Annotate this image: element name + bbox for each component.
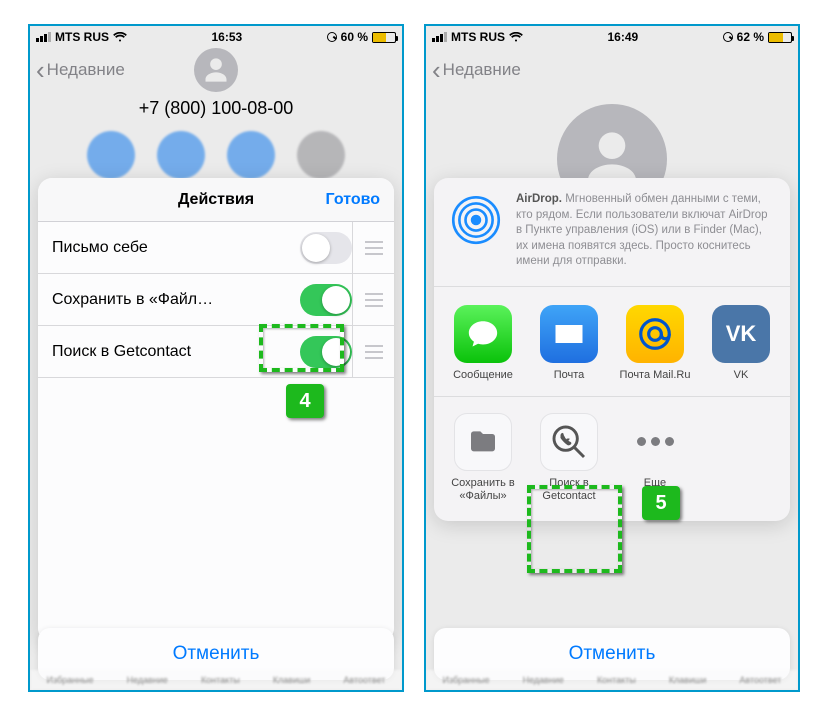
sheet-header: Действия Готово bbox=[38, 178, 394, 222]
app-label: Почта bbox=[554, 369, 585, 382]
share-app-vk[interactable]: VK VK bbox=[702, 305, 780, 382]
option-row-mail-self: Письмо себе bbox=[38, 222, 394, 274]
action-label: Поиск в Getcontact bbox=[530, 477, 608, 503]
share-sheet: AirDrop. Мгновенный обмен данными с теми… bbox=[434, 178, 790, 521]
app-label: Почта Mail.Ru bbox=[620, 369, 691, 382]
toggle-save-files[interactable] bbox=[300, 284, 352, 316]
share-app-mail[interactable]: Почта bbox=[530, 305, 608, 382]
cancel-label: Отменить bbox=[569, 643, 656, 665]
airdrop-icon bbox=[448, 192, 504, 248]
toggle-mail-self[interactable] bbox=[300, 232, 352, 264]
share-apps-row: Сообщение Почта Почта Mail.Ru VK VK bbox=[434, 287, 790, 397]
action-save-files[interactable]: Сохранить в «Файлы» bbox=[444, 413, 522, 503]
tabbar-blur: ИзбранныеНедавниеКонтактыКлавишиАвтоотве… bbox=[30, 670, 402, 690]
toggle-getcontact[interactable] bbox=[300, 336, 352, 368]
messages-icon bbox=[454, 305, 512, 363]
option-row-save-files: Сохранить в «Файл… bbox=[38, 274, 394, 326]
more-icon bbox=[626, 413, 684, 471]
airdrop-section: AirDrop. Мгновенный обмен данными с теми… bbox=[434, 178, 790, 287]
drag-handle-icon[interactable] bbox=[352, 274, 394, 326]
tabbar-blur: ИзбранныеНедавниеКонтактыКлавишиАвтоотве… bbox=[426, 670, 798, 690]
airdrop-text: AirDrop. Мгновенный обмен данными с теми… bbox=[516, 192, 776, 270]
done-button[interactable]: Готово bbox=[326, 191, 380, 209]
mailru-icon bbox=[626, 305, 684, 363]
action-label: Еще bbox=[644, 477, 666, 490]
option-label: Письмо себе bbox=[52, 239, 300, 257]
vk-icon: VK bbox=[712, 305, 770, 363]
option-row-getcontact: Поиск в Getcontact bbox=[38, 326, 394, 378]
phone-screenshot-left: MTS RUS 16:53 60 % ‹ Недавние +7 (800) 1… bbox=[28, 24, 404, 692]
phone-screenshot-right: MTS RUS 16:49 62 % ‹ Недавние bbox=[424, 24, 800, 692]
drag-handle-icon[interactable] bbox=[352, 326, 394, 378]
actions-sheet: Действия Готово Письмо себе Сохранить в … bbox=[38, 178, 394, 642]
option-label: Сохранить в «Файл… bbox=[52, 291, 300, 309]
folder-icon bbox=[454, 413, 512, 471]
cancel-label: Отменить bbox=[173, 643, 260, 665]
share-app-mailru[interactable]: Почта Mail.Ru bbox=[616, 305, 694, 382]
action-more[interactable]: Еще bbox=[616, 413, 694, 503]
action-label: Сохранить в «Файлы» bbox=[444, 477, 522, 503]
mail-icon bbox=[540, 305, 598, 363]
share-app-messages[interactable]: Сообщение bbox=[444, 305, 522, 382]
app-label: VK bbox=[734, 369, 749, 382]
app-label: Сообщение bbox=[453, 369, 513, 382]
action-getcontact[interactable]: Поиск в Getcontact bbox=[530, 413, 608, 503]
drag-handle-icon[interactable] bbox=[352, 222, 394, 274]
option-label: Поиск в Getcontact bbox=[52, 343, 300, 361]
sheet-title: Действия bbox=[178, 191, 254, 209]
share-actions-row: Сохранить в «Файлы» Поиск в Getcontact bbox=[434, 397, 790, 507]
getcontact-icon bbox=[540, 413, 598, 471]
